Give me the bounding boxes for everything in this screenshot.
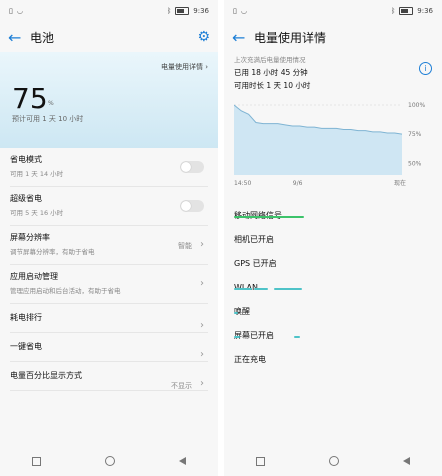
usage-details-screen: ▯ ◡ ᛒ 9:36 ← 电量使用详情 上次充满后电量使用情况 已用 18 小时 …: [224, 0, 442, 476]
back-arrow-icon[interactable]: ←: [232, 28, 254, 47]
status-time: 9:36: [417, 7, 433, 15]
home-button[interactable]: [329, 456, 339, 466]
item-value: 智能: [178, 242, 192, 250]
event-label: 正在充电: [234, 355, 266, 364]
event-list: 移动网络信号相机已开启 GPS 已开启 WLAN唤醒屏幕已开启正在充电: [224, 189, 442, 371]
wifi-icon: ◡: [240, 7, 247, 15]
back-button[interactable]: [403, 457, 410, 465]
status-bar: ▯ ◡ ᛒ 9:36: [224, 0, 442, 22]
item-title: 一键省电: [10, 342, 42, 351]
list-item-one-tap-saving[interactable]: 一键省电 ›: [10, 333, 208, 362]
battery-estimate: 预计可用 1 天 10 小时: [12, 115, 84, 123]
top-bar: ← 电池 ⚙: [0, 22, 218, 52]
battery-icon: [399, 7, 414, 15]
bluetooth-icon: ᛒ: [391, 7, 396, 15]
ultra-saving-toggle[interactable]: [180, 200, 204, 212]
available-time: 可用时长 1 天 10 小时: [234, 81, 311, 90]
battery-area: [234, 105, 402, 175]
item-subtitle: 可用 1 天 14 小时: [10, 170, 64, 178]
event-label: 屏幕已开启: [234, 331, 274, 340]
power-saving-toggle[interactable]: [180, 161, 204, 173]
since-label: 上次充满后电量使用情况: [234, 56, 306, 64]
list-item-resolution[interactable]: 屏幕分辨率 调节屏幕分辨率，有助于省电 智能 ›: [10, 226, 208, 265]
usage-details-link[interactable]: 电量使用详情 ›: [161, 62, 208, 72]
recents-button[interactable]: [32, 456, 41, 466]
home-button[interactable]: [105, 456, 115, 466]
gear-icon[interactable]: ⚙: [197, 29, 210, 45]
event-row: 移动网络信号: [234, 203, 432, 227]
nav-bar: [224, 446, 442, 476]
event-label: GPS 已开启: [234, 259, 277, 268]
page-title: 电池: [30, 30, 55, 45]
status-bar: ▯ ◡ ᛒ 9:36: [0, 0, 218, 22]
wifi-icon: ◡: [16, 7, 23, 15]
status-time: 9:36: [193, 7, 209, 15]
back-button[interactable]: [179, 457, 186, 465]
recents-button[interactable]: [256, 456, 265, 466]
bluetooth-icon: ᛒ: [167, 7, 172, 15]
item-title: 超级省电: [10, 194, 42, 203]
x-tick-label: 9/6: [293, 180, 303, 187]
y-tick-label: 100%: [408, 102, 425, 109]
chevron-right-icon: ›: [200, 239, 204, 250]
event-bar: [292, 288, 302, 290]
event-bar: [274, 288, 294, 290]
used-time: 已用 18 小时 45 分钟: [234, 68, 308, 77]
y-tick-label: 50%: [408, 160, 422, 167]
item-title: 耗电排行: [10, 313, 42, 322]
list-item-power-ranking[interactable]: 耗电排行 ›: [10, 304, 208, 333]
info-icon[interactable]: i: [419, 62, 432, 75]
usage-summary: 上次充满后电量使用情况 已用 18 小时 45 分钟 可用时长 1 天 10 小…: [224, 52, 442, 91]
event-bar: [234, 312, 238, 314]
sim-icon: ▯: [233, 7, 237, 15]
battery-icon: [175, 7, 190, 15]
event-row: GPS 已开启: [234, 251, 432, 275]
battery-screen: ▯ ◡ ᛒ 9:36 ← 电池 ⚙ 电量使用详情 › 75 % 预计可用 1 天 …: [0, 0, 218, 476]
list-item-app-launch[interactable]: 应用启动管理 管理应用启动和后台活动，有助于省电 ›: [10, 265, 208, 304]
event-bar: [234, 336, 240, 338]
item-subtitle: 管理应用启动和后台活动，有助于省电: [10, 287, 121, 295]
back-arrow-icon[interactable]: ←: [8, 28, 30, 47]
event-row: 唤醒: [234, 299, 432, 323]
chevron-right-icon: ›: [200, 378, 204, 389]
item-title: 省电模式: [10, 155, 42, 164]
event-row: WLAN: [234, 275, 432, 299]
nav-bar: [0, 446, 218, 476]
event-row: 屏幕已开启: [234, 323, 432, 347]
chevron-right-icon: ›: [200, 278, 204, 289]
item-subtitle: 可用 5 天 16 小时: [10, 209, 64, 217]
event-row: 相机已开启: [234, 227, 432, 251]
x-tick-label: 14:50: [234, 180, 251, 187]
settings-list: 省电模式 可用 1 天 14 小时 超级省电 可用 5 天 16 小时 屏幕分辨…: [0, 148, 218, 391]
battery-chart-svg: 100% 75% 50% 14:50 9/6 现在: [233, 102, 425, 187]
sim-icon: ▯: [9, 7, 13, 15]
battery-chart: 100% 75% 50% 14:50 9/6 现在: [233, 101, 432, 189]
event-bar: [234, 288, 252, 290]
page-title: 电量使用详情: [254, 30, 327, 45]
event-label: 相机已开启: [234, 235, 274, 244]
percent-sign: %: [48, 100, 54, 107]
item-title: 应用启动管理: [10, 272, 58, 281]
list-item-ultra-saving[interactable]: 超级省电 可用 5 天 16 小时: [10, 187, 208, 226]
top-bar: ← 电量使用详情: [224, 22, 442, 52]
event-bar: [294, 336, 300, 338]
event-bar: [254, 288, 268, 290]
event-bar: [234, 216, 304, 218]
list-item-percent-display[interactable]: 电量百分比显示方式 不显示 ›: [10, 362, 208, 391]
x-tick-label: 现在: [394, 179, 406, 187]
event-row: 正在充电: [234, 347, 432, 371]
battery-percent: 75: [12, 82, 48, 115]
y-tick-label: 75%: [408, 131, 422, 138]
battery-summary: 电量使用详情 › 75 % 预计可用 1 天 10 小时: [0, 52, 218, 148]
list-item-power-saving[interactable]: 省电模式 可用 1 天 14 小时: [10, 148, 208, 187]
item-value: 不显示: [171, 382, 192, 390]
